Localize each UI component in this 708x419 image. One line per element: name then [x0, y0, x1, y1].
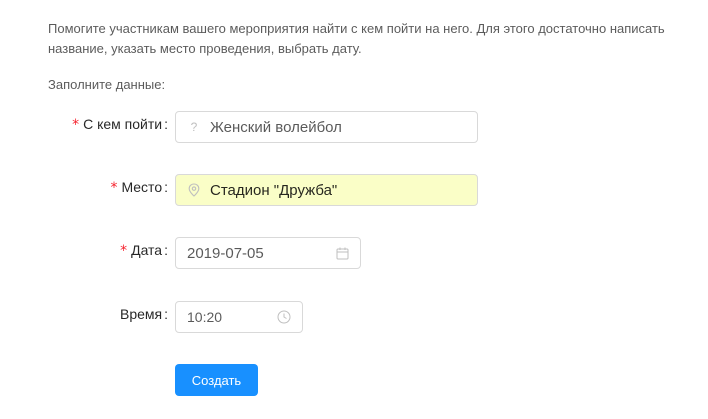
time-value: 10:20 — [187, 309, 223, 325]
map-pin-icon — [187, 183, 201, 197]
who-label-text: С кем пойти — [83, 116, 163, 132]
date-picker[interactable]: 2019-07-05 — [175, 237, 361, 269]
form-row-place: * Место: — [0, 173, 168, 207]
date-value: 2019-07-05 — [187, 244, 264, 262]
place-label: * Место: — [110, 179, 168, 196]
label-colon: : — [164, 116, 168, 132]
time-label: Время: — [120, 306, 168, 322]
fill-data-label: Заполните данные: — [48, 77, 166, 92]
form-row-date: * Дата: — [0, 236, 168, 270]
required-mark: * — [72, 117, 80, 133]
who-input-value: Женский волейбол — [210, 118, 342, 136]
question-icon: ? — [190, 120, 198, 134]
event-form-page: Помогите участникам вашего мероприятия н… — [0, 0, 708, 419]
create-button[interactable]: Создать — [175, 364, 258, 396]
clock-icon — [277, 310, 291, 324]
form-row-who: * С кем пойти: — [0, 110, 168, 144]
time-label-text: Время — [119, 306, 163, 322]
time-picker[interactable]: 10:20 — [175, 301, 303, 333]
required-mark: * — [120, 243, 128, 259]
form-row-time: Время: — [0, 300, 168, 334]
who-label: * С кем пойти: — [72, 116, 168, 133]
who-input[interactable]: ? Женский волейбол — [175, 111, 478, 143]
date-label: * Дата: — [120, 242, 168, 259]
label-colon: : — [164, 306, 168, 322]
required-mark: * — [110, 180, 118, 196]
place-input[interactable]: Стадион "Дружба" — [175, 174, 478, 206]
calendar-icon — [335, 246, 349, 260]
label-colon: : — [164, 242, 168, 258]
place-label-text: Место — [121, 179, 163, 195]
date-label-text: Дата — [131, 242, 163, 258]
place-input-value: Стадион "Дружба" — [210, 181, 338, 199]
intro-text: Помогите участникам вашего мероприятия н… — [48, 21, 665, 56]
label-colon: : — [164, 179, 168, 195]
